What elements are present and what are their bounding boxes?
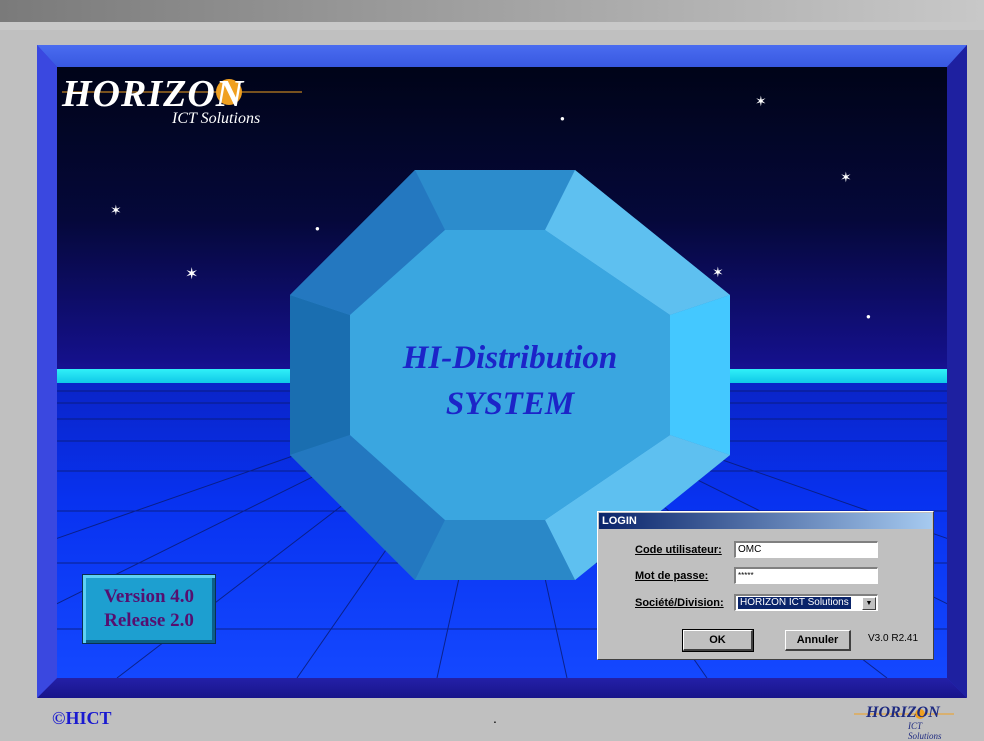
login-version-note: V3.0 R2.41 bbox=[868, 633, 919, 644]
system-title-line2: SYSTEM bbox=[445, 386, 575, 422]
frame-bevel-left bbox=[37, 45, 57, 698]
system-title-line1: HI-Distribution bbox=[402, 340, 618, 376]
mini-brand-subtitle: ICT Solutions bbox=[908, 721, 942, 741]
star-icon: ✶ bbox=[755, 93, 767, 109]
release-line: Release 2.0 bbox=[104, 610, 194, 631]
copyright-text: ©HICT bbox=[52, 708, 112, 728]
login-dialog: LOGIN Code utilisateur: OMC Mot de passe… bbox=[597, 511, 934, 660]
login-title-bar: LOGIN bbox=[599, 513, 932, 529]
password-label: Mot de passe: bbox=[635, 570, 709, 582]
mini-horizon-logo: HORIZON ICT Solutions bbox=[854, 704, 954, 741]
system-title: HI-Distribution SYSTEM bbox=[340, 335, 680, 427]
frame-bevel-right bbox=[947, 45, 967, 698]
user-code-field[interactable]: OMC bbox=[734, 541, 878, 558]
window-top-bar bbox=[0, 0, 984, 22]
company-division-label: Société/Division: bbox=[635, 597, 724, 609]
star-icon: ✶ bbox=[110, 202, 122, 218]
cancel-button[interactable]: Annuler bbox=[785, 630, 851, 651]
status-dot: . bbox=[493, 710, 497, 726]
company-division-value: HORIZON ICT Solutions bbox=[738, 597, 851, 609]
star-icon: ✶ bbox=[840, 169, 852, 185]
ok-button[interactable]: OK bbox=[682, 629, 754, 652]
star-icon: ✶ bbox=[185, 266, 199, 283]
password-field[interactable]: ***** bbox=[734, 567, 878, 584]
user-code-label: Code utilisateur: bbox=[635, 544, 722, 556]
version-badge: Version 4.0 Release 2.0 bbox=[82, 574, 216, 644]
chevron-down-icon[interactable]: ▼ bbox=[862, 597, 876, 610]
version-line: Version 4.0 bbox=[103, 586, 195, 607]
mini-brand-name: HORIZON bbox=[866, 704, 940, 721]
star-icon: ● bbox=[560, 114, 565, 123]
brand-subtitle: ICT Solutions bbox=[172, 110, 261, 127]
star-icon: ● bbox=[866, 312, 871, 321]
status-strip bbox=[0, 698, 984, 740]
frame-bevel-bottom bbox=[37, 678, 967, 698]
company-division-select[interactable]: HORIZON ICT Solutions ▼ bbox=[734, 594, 878, 611]
window-top-strip bbox=[0, 22, 984, 30]
horizon-logo: HORIZON ICT Solutions bbox=[62, 72, 302, 140]
frame-bevel-top bbox=[37, 45, 967, 67]
